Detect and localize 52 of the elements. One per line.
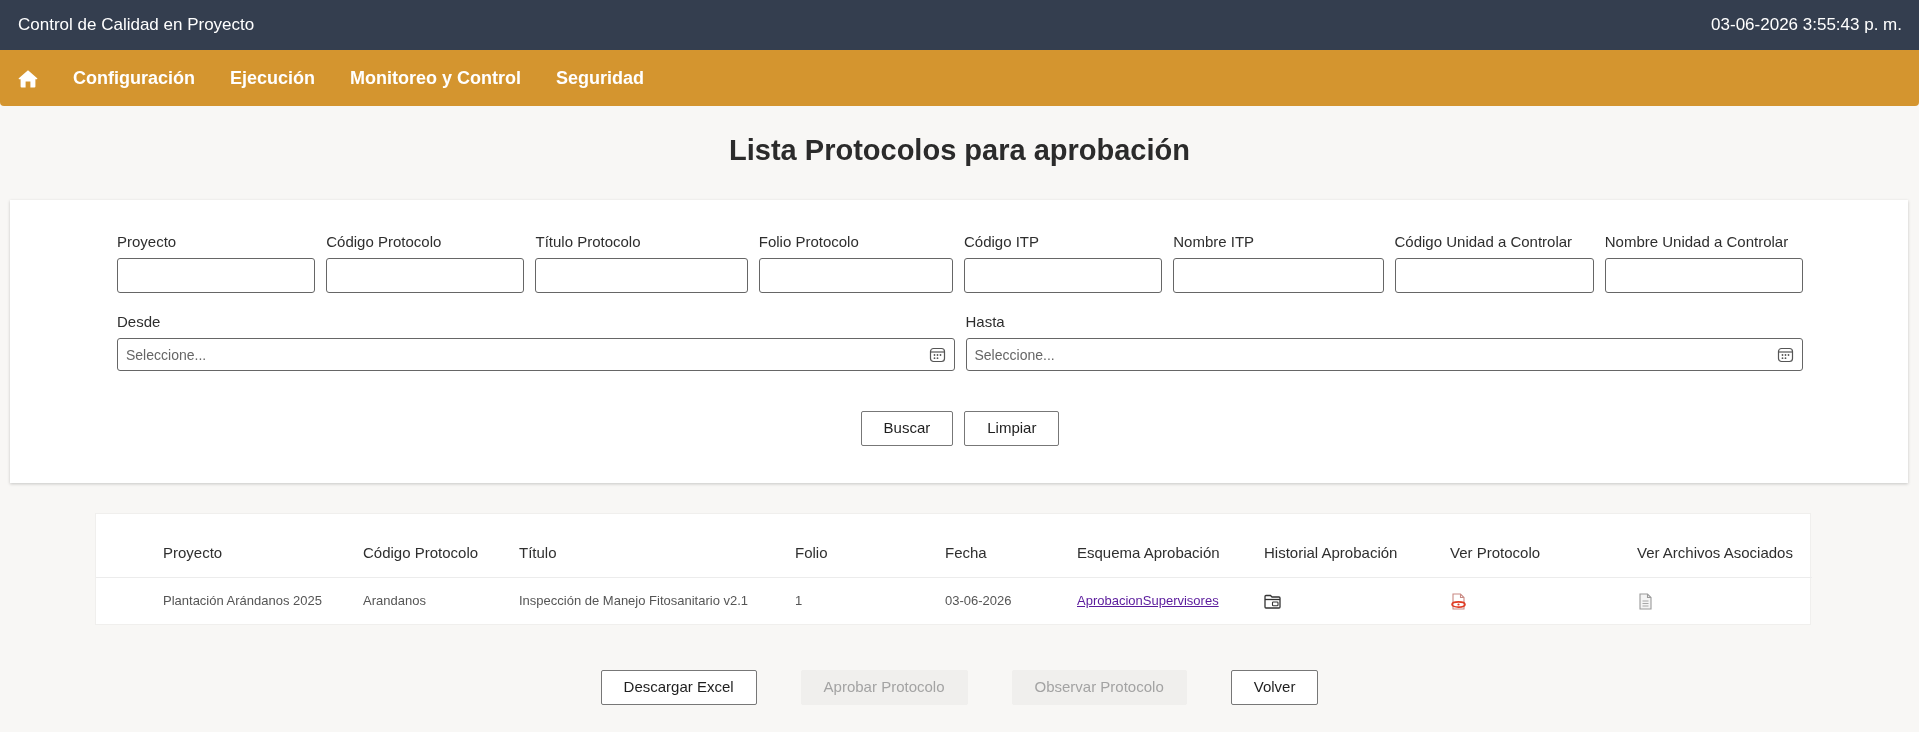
- menu-link[interactable]: Seguridad: [556, 64, 645, 92]
- field-label: Proyecto: [117, 232, 178, 252]
- column-header: Historial Aprobación: [1252, 514, 1438, 578]
- table-cell: 03-06-2026: [933, 577, 1065, 624]
- text-field[interactable]: [1394, 258, 1594, 293]
- field-label: Código Unidad a Controlar: [1394, 232, 1574, 252]
- document-eye-icon[interactable]: [1450, 592, 1467, 610]
- table-cell: 1: [783, 577, 933, 624]
- menu-link[interactable]: Monitoreo y Control: [350, 64, 521, 92]
- field-label: Nombre ITP: [1173, 232, 1256, 252]
- field-label: Código Protocolo: [326, 232, 443, 252]
- app-title: Control de Calidad en Proyecto: [18, 14, 255, 37]
- column-header: Folio: [783, 514, 933, 578]
- menu-link[interactable]: Configuración: [73, 64, 195, 92]
- table-cell: Plantación Arándanos 2025: [151, 577, 351, 624]
- document-icon[interactable]: [1637, 592, 1654, 610]
- calendar-icon[interactable]: [928, 346, 946, 363]
- field-label: Hasta: [965, 312, 1006, 332]
- column-header: Título: [507, 514, 783, 578]
- menu-link[interactable]: Ejecución: [230, 64, 316, 92]
- action-button[interactable]: Descargar Excel: [600, 670, 757, 705]
- date-field[interactable]: Seleccione...: [117, 338, 955, 371]
- filter-button[interactable]: Buscar: [860, 411, 954, 446]
- home-icon[interactable]: [18, 68, 38, 88]
- column-header: Proyecto: [151, 514, 351, 578]
- date-time: 03-06-2026 3:55:43 p. m.: [1711, 14, 1902, 37]
- text-field[interactable]: [1173, 258, 1384, 293]
- field-label: Folio Protocolo: [758, 232, 860, 252]
- field-label: Nombre Unidad a Controlar: [1604, 232, 1790, 252]
- table-cell: Arandanos: [351, 577, 507, 624]
- column-header: Ver Protocolo: [1438, 514, 1625, 578]
- column-header: Ver Archivos Asociados: [1625, 514, 1812, 578]
- filter-button[interactable]: Limpiar: [964, 411, 1060, 446]
- column-header: Código Protocolo: [351, 514, 507, 578]
- date-field[interactable]: Seleccione...: [965, 338, 1803, 371]
- text-field[interactable]: [535, 258, 748, 293]
- text-field[interactable]: [117, 258, 316, 293]
- text-field[interactable]: [1604, 258, 1803, 293]
- text-field[interactable]: [964, 258, 1163, 293]
- column-header: Fecha: [933, 514, 1065, 578]
- text-field[interactable]: [758, 258, 953, 293]
- scheme-link[interactable]: AprobacionSupervisores: [1077, 593, 1219, 608]
- table-cell: Inspección de Manejo Fitosanitario v2.1: [507, 577, 783, 624]
- text-field[interactable]: [326, 258, 525, 293]
- field-label: Desde: [117, 312, 162, 332]
- field-label: Título Protocolo: [535, 232, 642, 252]
- calendar-icon[interactable]: [1777, 346, 1794, 363]
- action-button[interactable]: Volver: [1230, 670, 1319, 705]
- page-title: Lista Protocolos para aprobación: [728, 133, 1191, 168]
- column-header: Esquema Aprobación: [1065, 514, 1252, 578]
- field-label: Código ITP: [964, 232, 1041, 252]
- folder-icon[interactable]: [1264, 592, 1281, 610]
